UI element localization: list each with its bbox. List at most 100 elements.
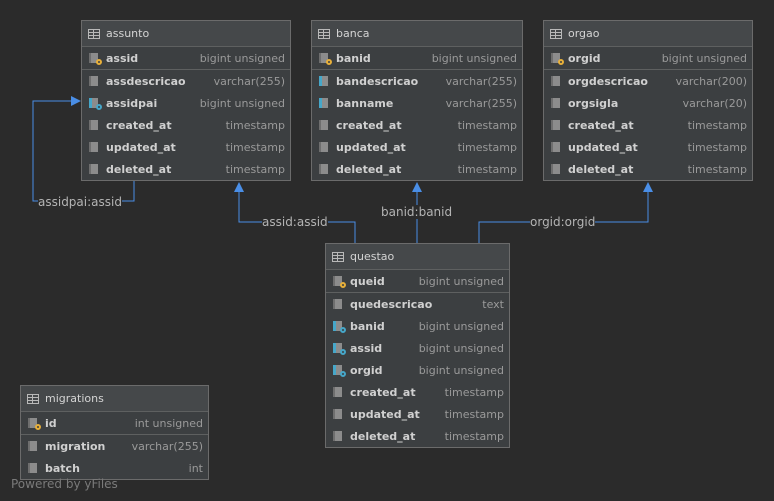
column-icon bbox=[88, 163, 101, 175]
column-icon bbox=[332, 430, 345, 442]
table-column-row[interactable]: banid bigint unsigned bbox=[326, 315, 509, 337]
column-type: bigint unsigned bbox=[431, 51, 517, 65]
table-column-row[interactable]: created_at timestamp bbox=[312, 114, 522, 136]
column-name: orgdescricao bbox=[568, 74, 648, 88]
column-type: timestamp bbox=[687, 140, 747, 154]
column-type: timestamp bbox=[444, 407, 504, 421]
table-column-row[interactable]: assid bigint unsigned bbox=[82, 47, 290, 70]
table-icon bbox=[88, 28, 100, 39]
table-orgao[interactable]: orgao orgid bigint unsigned orgdescricao var… bbox=[543, 20, 753, 181]
column-name: updated_at bbox=[106, 140, 176, 154]
table-column-row[interactable]: batch int bbox=[21, 457, 208, 479]
table-questao[interactable]: questao queid bigint unsigned quedescricao t… bbox=[325, 243, 510, 448]
table-column-row[interactable]: assid bigint unsigned bbox=[326, 337, 509, 359]
table-column-row[interactable]: created_at timestamp bbox=[544, 114, 752, 136]
column-type: bigint unsigned bbox=[418, 319, 504, 333]
column-name: created_at bbox=[336, 118, 402, 132]
table-column-row[interactable]: deleted_at timestamp bbox=[544, 158, 752, 180]
column-name: orgid bbox=[350, 363, 383, 377]
table-column-row[interactable]: queid bigint unsigned bbox=[326, 270, 509, 293]
column-icon bbox=[332, 386, 345, 398]
column-type: varchar(255) bbox=[445, 96, 517, 110]
column-icon bbox=[318, 119, 331, 131]
column-name: assid bbox=[350, 341, 383, 355]
table-column-row[interactable]: created_at timestamp bbox=[326, 381, 509, 403]
column-name: batch bbox=[45, 461, 80, 475]
column-name: created_at bbox=[568, 118, 634, 132]
table-icon bbox=[318, 28, 330, 39]
column-type: bigint unsigned bbox=[661, 51, 747, 65]
column-name: banid bbox=[336, 51, 371, 65]
column-type: int unsigned bbox=[134, 416, 203, 430]
column-icon bbox=[550, 75, 563, 87]
column-icon bbox=[27, 462, 40, 474]
column-icon bbox=[318, 163, 331, 175]
column-type: timestamp bbox=[225, 118, 285, 132]
column-type: timestamp bbox=[225, 140, 285, 154]
column-icon bbox=[550, 97, 563, 109]
column-type: text bbox=[482, 297, 504, 311]
table-migrations[interactable]: migrations id int unsigned migration varchar… bbox=[20, 385, 209, 480]
table-name: banca bbox=[336, 27, 370, 40]
column-type: int bbox=[188, 461, 203, 475]
column-type: timestamp bbox=[457, 118, 517, 132]
table-column-row[interactable]: updated_at timestamp bbox=[82, 136, 290, 158]
table-assunto[interactable]: assunto assid bigint unsigned assdescricao v… bbox=[81, 20, 291, 181]
table-column-row[interactable]: updated_at timestamp bbox=[544, 136, 752, 158]
primary-key-icon bbox=[332, 275, 346, 288]
table-column-row[interactable]: assidpai bigint unsigned bbox=[82, 92, 290, 114]
column-name: assdescricao bbox=[106, 74, 186, 88]
table-column-row[interactable]: quedescricao text bbox=[326, 293, 509, 315]
column-icon bbox=[88, 75, 101, 87]
watermark: Powered by yFiles bbox=[11, 477, 118, 491]
column-name: updated_at bbox=[568, 140, 638, 154]
table-column-row[interactable]: bandescricao varchar(255) bbox=[312, 70, 522, 92]
table-column-row[interactable]: updated_at timestamp bbox=[326, 403, 509, 425]
table-header[interactable]: orgao bbox=[544, 21, 752, 47]
column-name: queid bbox=[350, 274, 385, 288]
table-header[interactable]: questao bbox=[326, 244, 509, 270]
column-icon bbox=[550, 141, 563, 153]
column-type: bigint unsigned bbox=[418, 363, 504, 377]
edge-label-questao-assunto: assid:assid bbox=[262, 215, 328, 229]
column-type: varchar(255) bbox=[131, 439, 203, 453]
table-column-row[interactable]: migration varchar(255) bbox=[21, 435, 208, 457]
column-name: deleted_at bbox=[336, 162, 402, 176]
table-column-row[interactable]: orgid bigint unsigned bbox=[544, 47, 752, 70]
table-column-row[interactable]: deleted_at timestamp bbox=[326, 425, 509, 447]
foreign-key-icon bbox=[88, 97, 102, 110]
column-icon bbox=[318, 141, 331, 153]
edge-questao-assunto bbox=[234, 182, 356, 243]
table-column-row[interactable]: assdescricao varchar(255) bbox=[82, 70, 290, 92]
edge-questao-orgao bbox=[478, 182, 653, 243]
table-name: orgao bbox=[568, 27, 600, 40]
table-column-row[interactable]: deleted_at timestamp bbox=[312, 158, 522, 180]
table-column-row[interactable]: id int unsigned bbox=[21, 412, 208, 435]
edge-label-assunto-self: assidpai:assid bbox=[38, 195, 122, 209]
table-column-row[interactable]: banname varchar(255) bbox=[312, 92, 522, 114]
column-name: created_at bbox=[350, 385, 416, 399]
table-column-row[interactable]: created_at timestamp bbox=[82, 114, 290, 136]
table-column-row[interactable]: orgsigla varchar(20) bbox=[544, 92, 752, 114]
column-type: bigint unsigned bbox=[418, 274, 504, 288]
primary-key-icon bbox=[88, 52, 102, 65]
table-column-row[interactable]: updated_at timestamp bbox=[312, 136, 522, 158]
table-header[interactable]: assunto bbox=[82, 21, 290, 47]
column-name: orgsigla bbox=[568, 96, 619, 110]
table-column-row[interactable]: deleted_at timestamp bbox=[82, 158, 290, 180]
column-name: deleted_at bbox=[350, 429, 416, 443]
table-header[interactable]: banca bbox=[312, 21, 522, 47]
table-column-row[interactable]: orgdescricao varchar(200) bbox=[544, 70, 752, 92]
table-column-row[interactable]: orgid bigint unsigned bbox=[326, 359, 509, 381]
table-column-row[interactable]: banid bigint unsigned bbox=[312, 47, 522, 70]
column-type: varchar(20) bbox=[682, 96, 747, 110]
table-name: questao bbox=[350, 250, 395, 263]
table-banca[interactable]: banca banid bigint unsigned bandescricao var… bbox=[311, 20, 523, 181]
table-header[interactable]: migrations bbox=[21, 386, 208, 412]
column-name: migration bbox=[45, 439, 106, 453]
foreign-key-icon bbox=[332, 320, 346, 333]
column-icon bbox=[550, 119, 563, 131]
column-type: timestamp bbox=[457, 162, 517, 176]
edge-label-questao-orgao: orgid:orgid bbox=[530, 215, 596, 229]
column-icon bbox=[332, 298, 345, 310]
